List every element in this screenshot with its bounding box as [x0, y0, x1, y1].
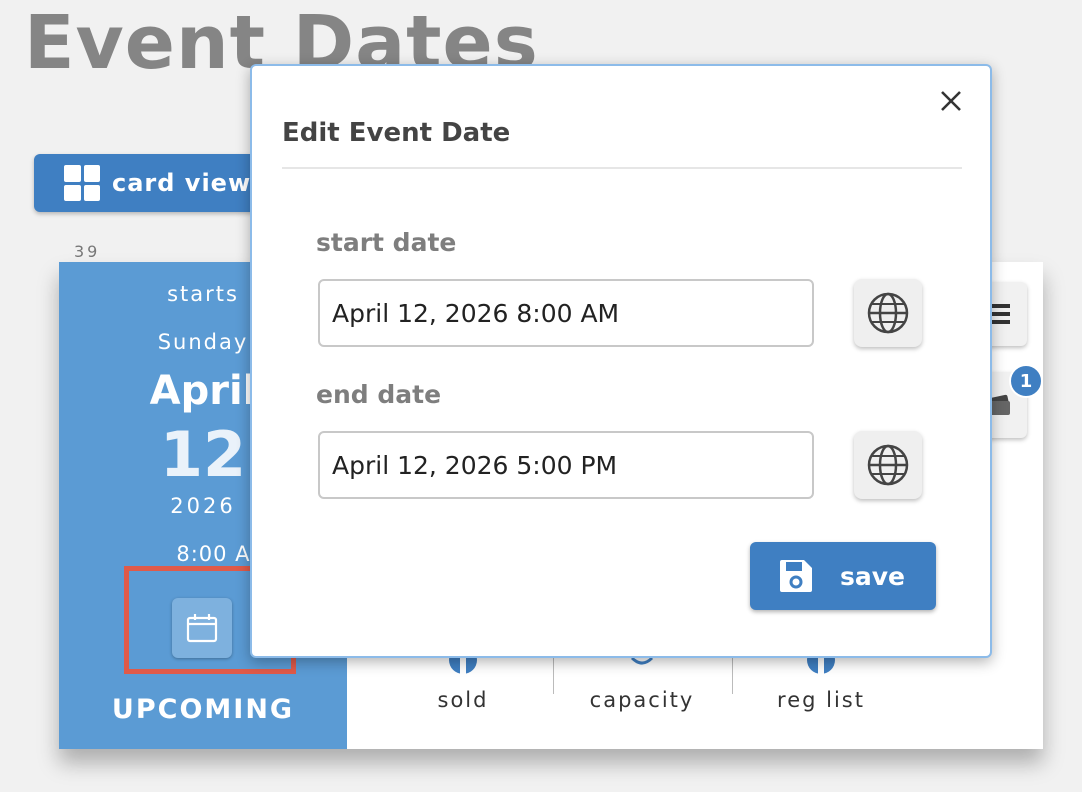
status-label: UPCOMING	[111, 694, 295, 725]
end-date-input[interactable]	[318, 431, 814, 499]
save-button[interactable]: save	[750, 542, 936, 610]
close-button[interactable]	[934, 84, 968, 118]
modal-title: Edit Event Date	[282, 118, 511, 148]
floppy-disk-icon	[780, 560, 812, 592]
end-timezone-button[interactable]	[854, 431, 922, 499]
edit-event-date-modal: Edit Event Date start date end date save	[250, 64, 992, 658]
divider	[282, 167, 962, 169]
stat-label: capacity	[589, 688, 695, 712]
end-date-label: end date	[316, 380, 442, 409]
grid-icon	[64, 165, 100, 201]
start-date-label: start date	[316, 228, 457, 257]
calendar-icon	[186, 614, 218, 643]
globe-icon	[867, 444, 909, 486]
event-count: 39	[74, 242, 101, 261]
card-view-button[interactable]: card view	[34, 154, 274, 212]
start-timezone-button[interactable]	[854, 279, 922, 347]
edit-date-button[interactable]	[172, 598, 232, 658]
card-view-label: card view	[112, 169, 252, 197]
stat-label: sold	[437, 688, 489, 712]
globe-icon	[867, 292, 909, 334]
save-label: save	[840, 561, 906, 591]
notification-badge: 1	[1009, 364, 1043, 398]
start-date-input[interactable]	[318, 279, 814, 347]
stat-label: reg list	[777, 688, 865, 712]
close-icon	[941, 91, 961, 111]
